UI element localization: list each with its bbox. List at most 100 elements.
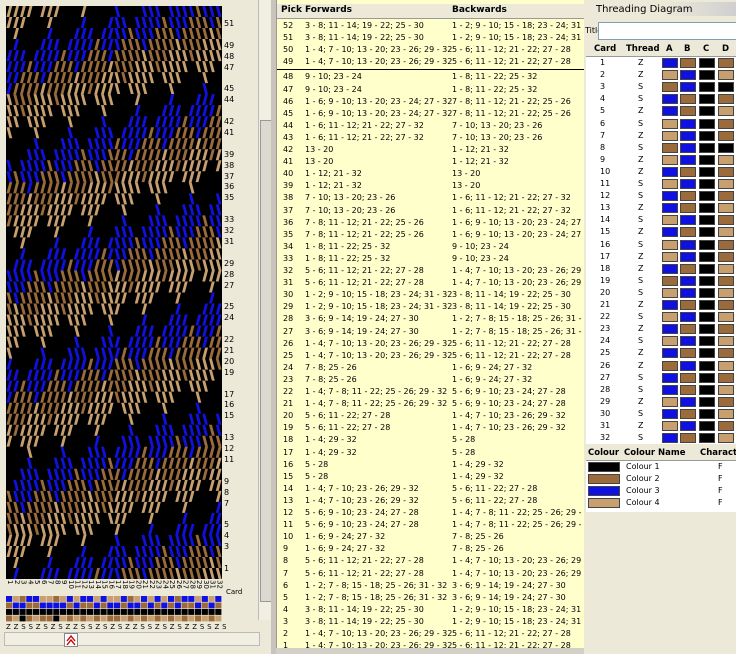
hole-colour-swatch[interactable] (718, 408, 734, 419)
table-row[interactable]: 28 3 - 6; 9 - 14; 19 - 24; 27 - 30 1 - 2; … (277, 313, 585, 325)
hole-colour-swatch[interactable] (662, 336, 678, 347)
hole-colour-swatch[interactable] (680, 227, 696, 238)
hole-colour-swatch[interactable] (699, 142, 715, 153)
hole-colour-swatch[interactable] (662, 166, 678, 177)
table-row[interactable]: 36 7 - 8; 11 - 12; 21 - 22; 25 - 26 1 - 6;… (277, 217, 585, 229)
hole-colour-swatch[interactable] (662, 275, 678, 286)
hole-colour-swatch[interactable] (699, 58, 715, 68)
hole-colour-swatch[interactable] (680, 203, 696, 214)
hole-colour-swatch[interactable] (699, 324, 715, 335)
table-row[interactable]: 32 5 - 6; 11 - 12; 21 - 22; 27 - 28 1 - 4;… (277, 265, 585, 277)
hole-colour-swatch[interactable] (680, 106, 696, 117)
colour-column-header[interactable]: Colour (588, 448, 619, 458)
hole-colour-swatch[interactable] (718, 384, 734, 395)
hole-colour-swatch[interactable] (699, 227, 715, 238)
table-row[interactable]: 10 1 - 6; 9 - 24; 27 - 32 7 - 8; 25 - 26 (277, 531, 585, 543)
hole-colour-swatch[interactable] (718, 360, 734, 371)
hole-colour-swatch[interactable] (680, 239, 696, 250)
table-row[interactable]: 23 7 - 8; 25 - 26 1 - 6; 9 - 24; 27 - 32 (277, 374, 585, 386)
hole-colour-swatch[interactable] (699, 275, 715, 286)
card-row[interactable]: 16 S (586, 239, 736, 251)
hole-colour-swatch[interactable] (680, 251, 696, 262)
hole-colour-swatch[interactable] (718, 336, 734, 347)
table-row[interactable]: 41 13 - 20 1 - 12; 21 - 32 (277, 156, 585, 168)
colour-row[interactable]: Colour 3 F (586, 485, 736, 497)
card-row[interactable]: 9Z (586, 154, 736, 166)
table-row[interactable]: 43 1 - 6; 11 - 12; 21 - 22; 27 - 32 7 - 10… (277, 132, 585, 144)
table-row[interactable]: 1 1 - 4; 7 - 10; 13 - 20; 23 - 26; 29 - 3… (277, 640, 585, 648)
hole-colour-swatch[interactable] (662, 58, 678, 68)
hole-colour-swatch[interactable] (662, 312, 678, 323)
card-column-header[interactable]: Card (594, 44, 616, 54)
table-row[interactable]: 22 1 - 4; 7 - 8; 11 - 22; 25 - 26; 29 - 3… (277, 386, 585, 398)
table-row[interactable]: 51 3 - 8; 11 - 14; 19 - 22; 25 - 30 1 - 2;… (277, 32, 585, 45)
hole-colour-swatch[interactable] (680, 130, 696, 141)
table-row[interactable]: 18 1 - 4; 29 - 32 5 - 28 (277, 434, 585, 446)
hole-colour-swatch[interactable] (718, 312, 734, 323)
colour-row[interactable]: Colour 1 F (586, 461, 736, 473)
table-row[interactable]: 13 1 - 4; 7 - 10; 23 - 26; 29 - 32 5 - 6; … (277, 495, 585, 507)
table-row[interactable]: 11 5 - 6; 9 - 10; 23 - 24; 27 - 28 1 - 4; … (277, 519, 585, 531)
hole-colour-swatch[interactable] (680, 312, 696, 323)
hole-colour-swatch[interactable] (718, 421, 734, 431)
colour-swatch[interactable] (588, 462, 620, 472)
hole-colour-swatch[interactable] (662, 408, 678, 419)
colour-name-column-header[interactable]: Colour Name (624, 448, 686, 458)
table-row[interactable]: 38 7 - 10; 13 - 20; 23 - 26 1 - 6; 11 - 12… (277, 192, 585, 204)
hole-colour-swatch[interactable] (699, 166, 715, 177)
card-row[interactable]: 12 S (586, 190, 736, 202)
hole-colour-swatch[interactable] (699, 239, 715, 250)
hole-colour-swatch[interactable] (680, 372, 696, 383)
hole-colour-swatch[interactable] (718, 433, 734, 444)
table-row[interactable]: 47 9 - 10; 23 - 24 1 - 8; 11 - 22; 25 - 32 (277, 84, 585, 96)
hole-colour-swatch[interactable] (662, 287, 678, 298)
card-row[interactable]: 31 Z (586, 420, 736, 432)
thread-column-header[interactable]: Thread (626, 44, 660, 54)
card-row[interactable]: 13 Z (586, 202, 736, 214)
hole-colour-swatch[interactable] (680, 191, 696, 202)
hole-colour-swatch[interactable] (662, 396, 678, 407)
table-row[interactable]: 46 1 - 6; 9 - 10; 13 - 20; 23 - 24; 27 - … (277, 96, 585, 108)
table-row[interactable]: 42 13 - 20 1 - 12; 21 - 32 (277, 144, 585, 156)
card-row[interactable]: 22 S (586, 311, 736, 323)
hole-colour-swatch[interactable] (662, 191, 678, 202)
hole-colour-swatch[interactable] (718, 58, 734, 68)
hole-colour-swatch[interactable] (718, 287, 734, 298)
card-row[interactable]: 19 S (586, 275, 736, 287)
table-row[interactable]: 26 1 - 4; 7 - 10; 13 - 20; 23 - 26; 29 - … (277, 338, 585, 350)
hole-colour-swatch[interactable] (680, 263, 696, 274)
hole-colour-swatch[interactable] (680, 166, 696, 177)
card-row[interactable]: 10 Z (586, 166, 736, 178)
hole-colour-swatch[interactable] (718, 106, 734, 117)
pattern-vertical-scrollbar[interactable] (258, 0, 272, 620)
hole-colour-swatch[interactable] (662, 227, 678, 238)
table-row[interactable]: 20 5 - 6; 11 - 22; 27 - 28 1 - 4; 7 - 10; … (277, 410, 585, 422)
card-row[interactable]: 5Z (586, 105, 736, 117)
hole-colour-swatch[interactable] (680, 384, 696, 395)
hole-colour-swatch[interactable] (718, 154, 734, 165)
table-row[interactable]: 17 1 - 4; 29 - 32 5 - 28 (277, 447, 585, 459)
card-row[interactable]: 1Z (586, 57, 736, 69)
table-row[interactable]: 19 5 - 6; 11 - 22; 27 - 28 1 - 4; 7 - 10; … (277, 422, 585, 434)
hole-colour-swatch[interactable] (662, 239, 678, 250)
hole-colour-swatch[interactable] (718, 82, 734, 93)
hole-colour-swatch[interactable] (680, 421, 696, 431)
hole-colour-swatch[interactable] (680, 336, 696, 347)
hole-colour-swatch[interactable] (662, 203, 678, 214)
hole-colour-swatch[interactable] (699, 408, 715, 419)
hole-colour-swatch[interactable] (699, 384, 715, 395)
table-row[interactable]: 52 3 - 8; 11 - 14; 19 - 22; 25 - 30 1 - 2;… (277, 20, 585, 33)
card-row[interactable]: 30 S (586, 408, 736, 420)
character-column-header[interactable]: Characte (700, 448, 736, 458)
table-row[interactable]: 30 1 - 2; 9 - 10; 15 - 18; 23 - 24; 31 - … (277, 289, 585, 301)
table-row[interactable]: 39 1 - 12; 21 - 32 13 - 20 (277, 180, 585, 192)
card-row[interactable]: 24 S (586, 335, 736, 347)
hole-colour-swatch[interactable] (699, 348, 715, 359)
table-row[interactable]: 35 7 - 8; 11 - 12; 21 - 22; 25 - 26 1 - 6;… (277, 229, 585, 241)
hole-colour-swatch[interactable] (699, 130, 715, 141)
hole-colour-swatch[interactable] (662, 94, 678, 105)
card-row[interactable]: 6S (586, 118, 736, 130)
hole-colour-swatch[interactable] (699, 179, 715, 189)
card-row[interactable]: 18 Z (586, 263, 736, 275)
hole-colour-swatch[interactable] (662, 215, 678, 226)
